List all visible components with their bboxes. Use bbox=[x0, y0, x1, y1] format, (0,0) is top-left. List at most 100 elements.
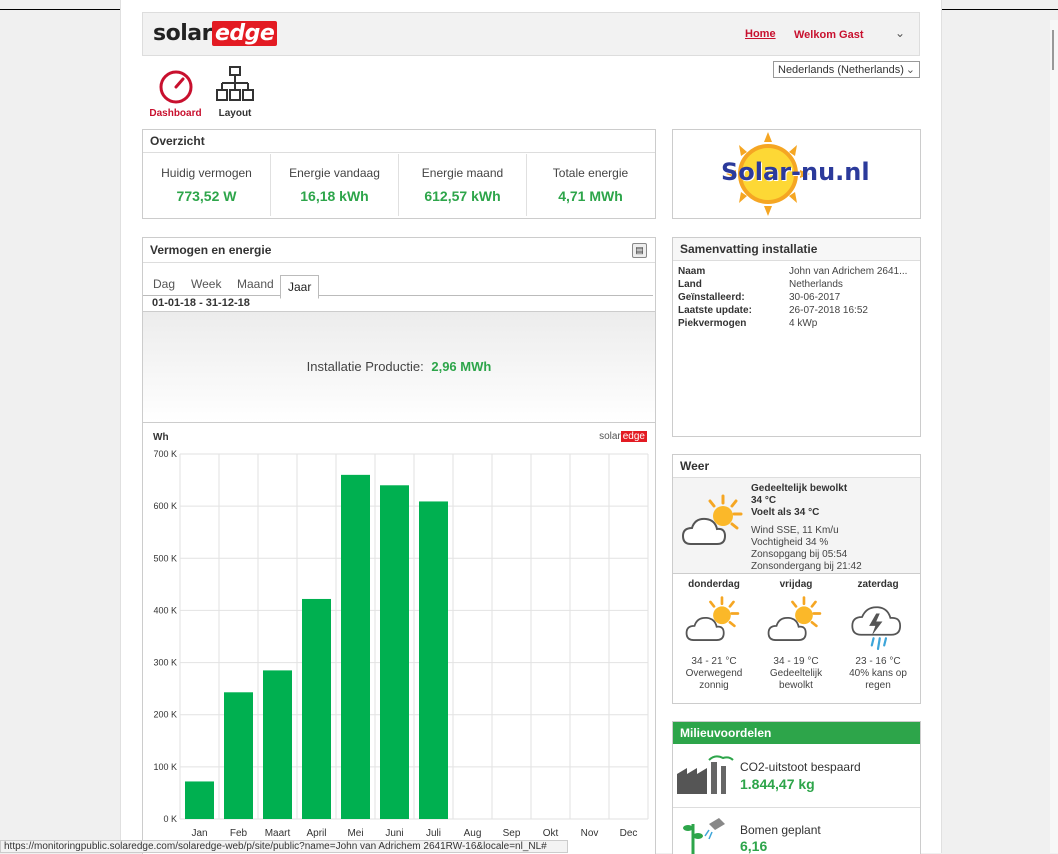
summary-value: Netherlands bbox=[789, 279, 843, 290]
language-select-value: Nederlands (Netherlands) bbox=[778, 64, 904, 76]
forecast-text: 34 - 21 °C Overwegend zonnig bbox=[673, 656, 755, 692]
forecast-day-name: vrijdag bbox=[779, 579, 813, 590]
forecast-text: 23 - 16 °C 40% kans op regen bbox=[837, 656, 919, 692]
production-summary: Installatie Productie: 2,96 MWh bbox=[143, 311, 655, 423]
chart-bar bbox=[302, 598, 331, 819]
summary-row: Laatste update: 26-07-2018 16:52 bbox=[678, 305, 918, 318]
tab-year[interactable]: Jaar bbox=[280, 275, 320, 299]
forecast-temp: 34 - 21 °C bbox=[691, 656, 737, 667]
y-tick-label: 0 K bbox=[163, 814, 177, 824]
chart-bar bbox=[341, 474, 370, 819]
sun-cloud-icon bbox=[767, 596, 822, 641]
logo-edge-text: edge bbox=[211, 21, 278, 46]
x-tick-label: Sep bbox=[503, 828, 521, 839]
x-tick-label: Feb bbox=[230, 828, 248, 839]
weather-condition: Gedeeltelijk bewolkt bbox=[751, 483, 848, 494]
summary-value: 26-07-2018 16:52 bbox=[789, 305, 868, 316]
top-header: solar edge Home Welkom Gast ⌄ bbox=[142, 12, 920, 56]
forecast-text: 34 - 19 °C Gedeeltelijk bewolkt bbox=[755, 656, 837, 692]
forecast-temp: 23 - 16 °C bbox=[855, 656, 901, 667]
forecast-temp: 34 - 19 °C bbox=[773, 656, 819, 667]
nav-dashboard-label: Dashboard bbox=[149, 108, 202, 119]
solaredge-logo[interactable]: solar edge bbox=[153, 21, 278, 46]
summary-key: Piekvermogen bbox=[678, 318, 747, 329]
language-select[interactable]: Nederlands (Netherlands) ⌄ bbox=[773, 61, 920, 78]
forecast-day: vrijdag 34 - 19 °C Gedeeltelijk bewolkt bbox=[755, 579, 837, 692]
chevron-down-icon: ⌄ bbox=[905, 64, 915, 76]
summary-table: Naam John van Adrichem 2641... Land Nether… bbox=[678, 266, 918, 331]
x-tick-label: Jan bbox=[191, 828, 207, 839]
energy-panel-title: Vermogen en energie bbox=[143, 238, 655, 263]
divider bbox=[673, 807, 920, 808]
summary-key: Geïnstalleerd: bbox=[678, 292, 745, 303]
overview-cell-power: Huidig vermogen 773,52 W bbox=[143, 154, 271, 216]
forecast-desc: 40% kans op bbox=[849, 668, 907, 679]
tab-month[interactable]: Maand bbox=[237, 277, 274, 291]
summary-row: Piekvermogen 4 kWp bbox=[678, 318, 918, 331]
installation-summary-panel: Samenvatting installatie Naam John van Ad… bbox=[672, 237, 921, 437]
x-tick-label: Juni bbox=[385, 828, 403, 839]
welcome-user-label[interactable]: Welkom Gast bbox=[794, 29, 864, 41]
y-axis-label: Wh bbox=[153, 432, 169, 443]
x-tick-label: Okt bbox=[543, 828, 559, 839]
y-tick-label: 700 K bbox=[153, 449, 177, 459]
overview-value: 4,71 MWh bbox=[558, 188, 623, 204]
trees-label: Bomen geplant bbox=[740, 823, 821, 837]
forecast-day: zaterdag 23 - 16 °C 40% kans op regen bbox=[837, 579, 919, 692]
co2-value: 1.844,47 kg bbox=[740, 776, 815, 792]
production-label: Installatie Productie: bbox=[306, 359, 424, 374]
weather-sunset: Zonsondergang bij 21:42 bbox=[751, 561, 862, 572]
export-icon[interactable]: ▤ bbox=[632, 243, 647, 258]
overview-cell-energy-month: Energie maand 612,57 kWh bbox=[399, 154, 527, 216]
environment-title: Milieuvoordelen bbox=[673, 722, 920, 744]
summary-value: 4 kWp bbox=[789, 318, 818, 329]
summary-key: Land bbox=[678, 279, 702, 290]
nav-layout[interactable]: Layout bbox=[210, 65, 260, 119]
x-tick-label: Dec bbox=[620, 828, 638, 839]
nav-dashboard[interactable]: Dashboard bbox=[148, 65, 203, 119]
x-tick-label: Juli bbox=[426, 828, 441, 839]
home-link[interactable]: Home bbox=[745, 28, 776, 40]
forecast-desc: zonnig bbox=[699, 680, 729, 691]
environment-panel: Milieuvoordelen CO2-uitstoot bespaard 1.… bbox=[672, 721, 921, 854]
tab-week[interactable]: Week bbox=[191, 277, 221, 291]
chevron-down-icon[interactable]: ⌄ bbox=[895, 26, 905, 40]
summary-row: Naam John van Adrichem 2641... bbox=[678, 266, 918, 279]
production-value: 2,96 MWh bbox=[431, 359, 492, 374]
y-tick-label: 300 K bbox=[153, 658, 177, 668]
y-tick-label: 400 K bbox=[153, 605, 177, 615]
tree-planting-icon bbox=[683, 818, 725, 854]
weather-title: Weer bbox=[673, 455, 920, 478]
chart-bar bbox=[263, 670, 292, 819]
summary-title: Samenvatting installatie bbox=[673, 238, 920, 261]
scrollbar-thumb[interactable] bbox=[1052, 30, 1054, 70]
forecast-day-name: donderdag bbox=[688, 579, 740, 590]
co2-label: CO2-uitstoot bespaard bbox=[740, 760, 861, 774]
chart-bar bbox=[185, 781, 214, 819]
solar-nu-banner[interactable]: Solar-nu.nl bbox=[672, 129, 921, 219]
summary-row: Geïnstalleerd: 30-06-2017 bbox=[678, 292, 918, 305]
browser-status-bar: https://monitoringpublic.solaredge.com/s… bbox=[0, 840, 568, 853]
summary-key: Naam bbox=[678, 266, 706, 277]
x-tick-label: Maart bbox=[265, 828, 291, 839]
sun-cloud-icon bbox=[681, 494, 743, 545]
overview-label: Energie maand bbox=[421, 166, 504, 180]
forecast-day: donderdag 34 - 21 °C Overwegend zonnig bbox=[673, 579, 755, 692]
overview-cell-energy-total: Totale energie 4,71 MWh bbox=[527, 154, 654, 216]
storm-icon bbox=[851, 606, 902, 651]
summary-key: Laatste update: bbox=[678, 305, 752, 316]
weather-temp: 34 °C bbox=[751, 495, 777, 506]
period-tabs: Dag Week Maand Jaar bbox=[143, 271, 653, 299]
solar-nu-text: Solar-nu.nl bbox=[721, 158, 870, 186]
overview-value: 773,52 W bbox=[176, 188, 237, 204]
chart-bar bbox=[419, 501, 448, 819]
speedometer-icon bbox=[159, 70, 192, 104]
scrollbar[interactable] bbox=[1050, 20, 1058, 853]
weather-wind: Wind SSE, 11 Km/u bbox=[751, 525, 839, 536]
tab-day[interactable]: Dag bbox=[153, 277, 175, 291]
date-range-label: 01-01-18 - 31-12-18 bbox=[152, 297, 250, 309]
overview-cell-energy-today: Energie vandaag 16,18 kWh bbox=[271, 154, 399, 216]
network-layout-icon bbox=[216, 66, 254, 101]
x-tick-label: April bbox=[306, 828, 326, 839]
weather-humidity: Vochtigheid 34 % bbox=[751, 537, 829, 548]
